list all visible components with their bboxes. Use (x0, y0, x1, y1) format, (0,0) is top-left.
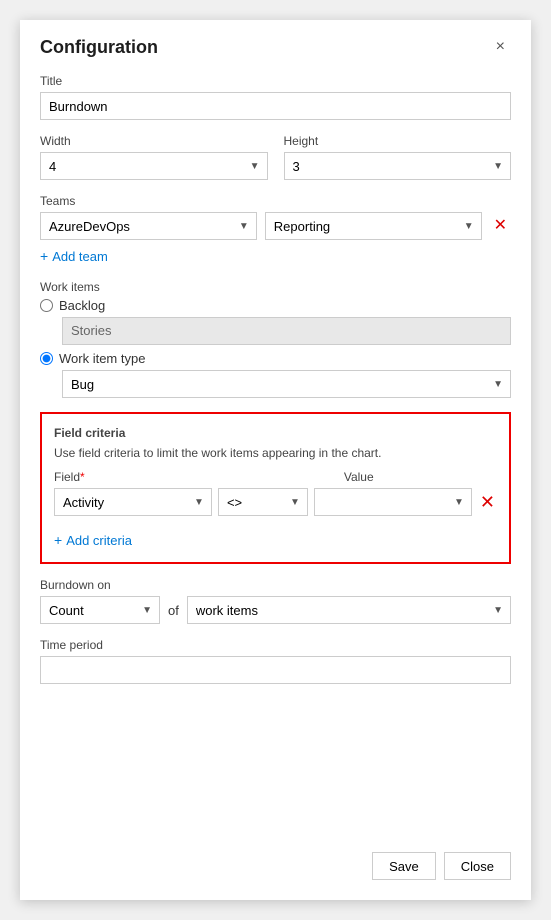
dialog-title: Configuration (40, 37, 158, 58)
close-button[interactable]: Close (444, 852, 511, 880)
teams-section: Teams AzureDevOpsTeam BTeam C ▼ Reportin… (40, 194, 511, 266)
backlog-value-display: Stories (62, 317, 511, 345)
backlog-radio-label[interactable]: Backlog (40, 298, 511, 313)
work-items-label: Work items (40, 280, 511, 294)
work-items-section: Work items Backlog Stories Work item typ… (40, 280, 511, 398)
width-label: Width (40, 134, 268, 148)
height-select-wrapper: 123456 ▼ (284, 152, 512, 180)
add-criteria-label: Add criteria (66, 533, 132, 548)
team1-select[interactable]: AzureDevOpsTeam BTeam C (40, 212, 257, 240)
time-period-input[interactable] (40, 656, 511, 684)
burndown-count-select-wrapper: CountSum ▼ (40, 596, 160, 624)
dialog-footer: Save Close (40, 840, 511, 880)
value-header-label: Value (344, 470, 497, 484)
field-header-label: Field* (54, 470, 85, 484)
req-star: * (80, 470, 85, 484)
burndown-items-select-wrapper: work itemsStory PointsEffortRemaining Wo… (187, 596, 511, 624)
work-item-type-select[interactable]: BugEpicFeatureUser StoryTask (62, 370, 511, 398)
delete-criteria-button[interactable]: ✕ (478, 493, 497, 511)
work-item-type-radio-label[interactable]: Work item type (40, 351, 511, 366)
time-period-label: Time period (40, 638, 511, 652)
burndown-on-label: Burndown on (40, 578, 511, 592)
width-select-wrapper: 123456 ▼ (40, 152, 268, 180)
criteria-row: ActivityAreaAssigned ToStateTags ▼ =<><>… (54, 488, 497, 516)
backlog-radio-text: Backlog (59, 298, 105, 313)
backlog-radio[interactable] (40, 299, 53, 312)
team1-select-wrapper: AzureDevOpsTeam BTeam C ▼ (40, 212, 257, 240)
configuration-dialog: Configuration × Title Width 123456 ▼ Hei… (20, 20, 531, 900)
width-section: Width 123456 ▼ (40, 134, 268, 180)
add-team-button[interactable]: + Add team (40, 246, 108, 266)
width-select[interactable]: 123456 (40, 152, 268, 180)
criteria-value-select[interactable] (314, 488, 472, 516)
criteria-operator-select[interactable]: =<><> (218, 488, 308, 516)
criteria-field-select[interactable]: ActivityAreaAssigned ToStateTags (54, 488, 212, 516)
height-section: Height 123456 ▼ (284, 134, 512, 180)
title-label: Title (40, 74, 511, 88)
width-height-section: Width 123456 ▼ Height 123456 ▼ (40, 134, 511, 180)
remove-team2-button[interactable]: ✕ (490, 218, 511, 234)
teams-row: AzureDevOpsTeam BTeam C ▼ ReportingTeam … (40, 212, 511, 240)
dialog-header: Configuration × (40, 36, 511, 58)
add-team-label: Add team (52, 249, 108, 264)
team2-select-wrapper: ReportingTeam ATeam B ▼ (265, 212, 482, 240)
add-team-plus-icon: + (40, 248, 48, 264)
burndown-on-row: CountSum ▼ of work itemsStory PointsEffo… (40, 596, 511, 624)
burndown-items-select[interactable]: work itemsStory PointsEffortRemaining Wo… (187, 596, 511, 624)
burndown-on-section: Burndown on CountSum ▼ of work itemsStor… (40, 578, 511, 624)
field-criteria-title: Field criteria (54, 426, 497, 440)
teams-label: Teams (40, 194, 511, 208)
work-item-type-radio[interactable] (40, 352, 53, 365)
criteria-value-select-wrapper: ▼ (314, 488, 472, 516)
team2-select[interactable]: ReportingTeam ATeam B (265, 212, 482, 240)
height-label: Height (284, 134, 512, 148)
criteria-field-select-wrapper: ActivityAreaAssigned ToStateTags ▼ (54, 488, 212, 516)
criteria-operator-select-wrapper: =<><> ▼ (218, 488, 308, 516)
criteria-fields-header: Field* Value (54, 470, 497, 484)
work-item-type-radio-text: Work item type (59, 351, 145, 366)
burndown-count-select[interactable]: CountSum (40, 596, 160, 624)
add-criteria-button[interactable]: + Add criteria (54, 530, 132, 550)
field-criteria-description: Use field criteria to limit the work ite… (54, 446, 497, 460)
work-item-type-select-wrapper: BugEpicFeatureUser StoryTask ▼ (62, 370, 511, 398)
title-input[interactable] (40, 92, 511, 120)
close-icon-button[interactable]: × (490, 36, 511, 58)
save-button[interactable]: Save (372, 852, 436, 880)
height-select[interactable]: 123456 (284, 152, 512, 180)
add-criteria-plus-icon: + (54, 532, 62, 548)
time-period-section: Time period (40, 638, 511, 684)
field-criteria-section: Field criteria Use field criteria to lim… (40, 412, 511, 564)
title-section: Title (40, 74, 511, 120)
of-label: of (168, 603, 179, 618)
